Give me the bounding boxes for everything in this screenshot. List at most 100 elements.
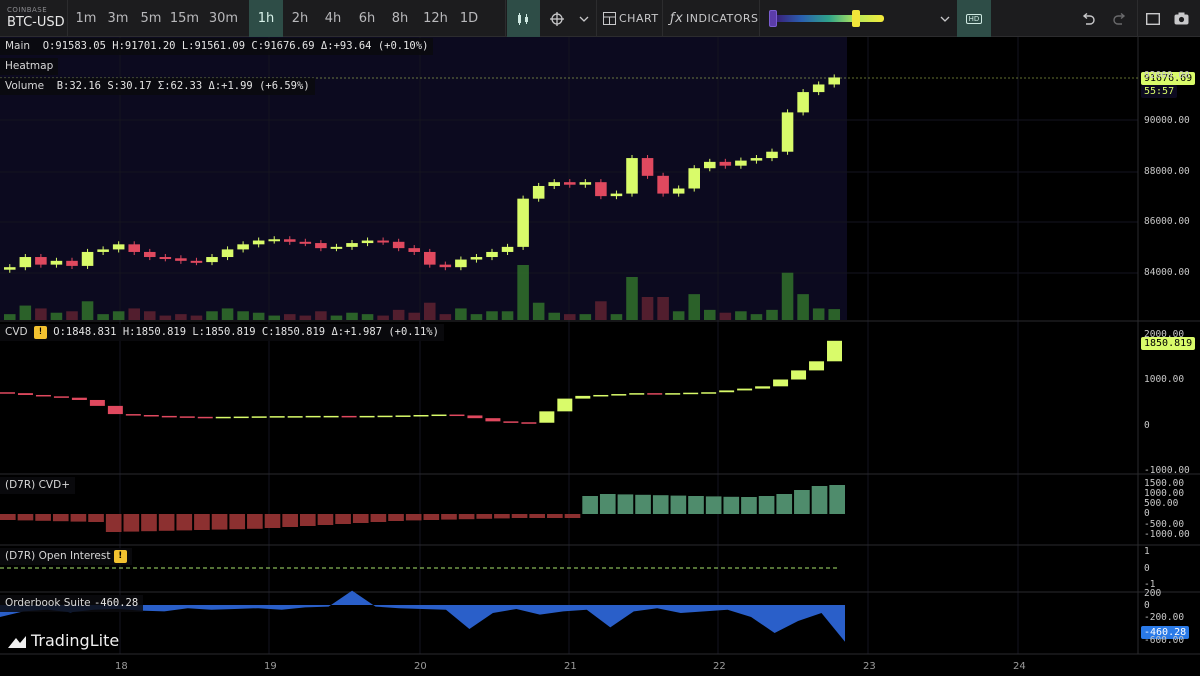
- fx-icon[interactable]: ƒx: [670, 0, 683, 37]
- cvd-bar: [341, 415, 357, 418]
- cvd-bar: [107, 405, 123, 415]
- volume-bar: [299, 315, 312, 320]
- chart-icon[interactable]: [600, 0, 618, 37]
- chart-area[interactable]: Main O:91583.05 H:91701.20 L:91561.09 C:…: [0, 37, 1200, 676]
- candle: [35, 257, 47, 265]
- slider-low-handle[interactable]: [769, 10, 777, 27]
- cvdplus-bar: [282, 514, 298, 527]
- symbol-selector[interactable]: COINBASE BTC-USD: [0, 0, 68, 37]
- cvdplus-bar: [811, 486, 828, 514]
- cvdplus-bar: [70, 514, 87, 522]
- undo-icon[interactable]: [1076, 0, 1100, 37]
- candle: [517, 198, 529, 247]
- fullscreen-icon[interactable]: [1142, 0, 1164, 37]
- timeframe-2h[interactable]: 2h: [284, 0, 316, 37]
- timeframe-1h[interactable]: 1h: [249, 0, 283, 37]
- open-interest-legend[interactable]: (D7R) Open Interest !: [0, 548, 132, 565]
- candle: [377, 240, 389, 243]
- cvd-close: C:1850.819: [261, 326, 326, 338]
- timeframe-30m[interactable]: 30m: [202, 0, 245, 37]
- heatmap-range-slider[interactable]: [774, 15, 884, 22]
- cvd-bar: [35, 394, 51, 397]
- cvdplus-legend[interactable]: (D7R) CVD+: [0, 477, 75, 494]
- hd-toggle[interactable]: HD: [957, 0, 991, 37]
- timeframe-15m[interactable]: 15m: [168, 0, 201, 37]
- candle: [221, 249, 234, 258]
- slider-high-handle[interactable]: [852, 10, 860, 27]
- volume-bar: [392, 309, 405, 320]
- cvdplus-bar: [705, 496, 722, 514]
- main-open: O:91583.05: [42, 40, 106, 52]
- volume-bar: [470, 314, 483, 320]
- volume-bar: [330, 315, 343, 320]
- timeframe-12h[interactable]: 12h: [418, 0, 453, 37]
- chevron-down-icon[interactable]: [936, 0, 954, 37]
- cvdplus-bar: [335, 514, 351, 524]
- volume-legend[interactable]: Volume B:32.16 S:30.17 Σ:62.33 Δ:+1.99 (…: [0, 78, 315, 95]
- candle: [548, 182, 560, 186]
- candle: [128, 244, 140, 252]
- timeframe-8h[interactable]: 8h: [384, 0, 416, 37]
- volume-bar: [221, 308, 234, 320]
- timeframe-1D[interactable]: 1D: [454, 0, 484, 37]
- cvd-bar: [125, 414, 141, 416]
- cvd-legend[interactable]: CVD ! O:1848.831 H:1850.819 L:1850.819 C…: [0, 324, 444, 341]
- volume-bar: [812, 308, 825, 320]
- cvd-bar: [269, 416, 285, 418]
- camera-icon[interactable]: [1170, 0, 1192, 37]
- cvd-delta: Δ:+1.987 (+0.11%): [331, 326, 439, 338]
- volume-bar: [50, 312, 63, 320]
- candle-countdown: 55:57: [1141, 85, 1178, 98]
- cvdplus-bar: [35, 514, 51, 521]
- indicators-button[interactable]: INDICATORS: [686, 0, 759, 37]
- candle: [206, 257, 218, 263]
- redo-icon[interactable]: [1108, 0, 1132, 37]
- candle: [392, 241, 405, 249]
- volume-bar: [750, 314, 763, 320]
- chevron-down-icon[interactable]: [575, 0, 593, 37]
- cvd-bar: [809, 361, 825, 371]
- orderbook-legend[interactable]: Orderbook Suite -460.28: [0, 595, 144, 612]
- timeframe-1m[interactable]: 1m: [70, 0, 102, 37]
- main-legend[interactable]: Main O:91583.05 H:91701.20 L:91561.09 C:…: [0, 38, 434, 55]
- cvdplus-bar: [0, 514, 16, 520]
- chart-canvas[interactable]: [0, 37, 1200, 676]
- volume-bar: [35, 308, 47, 320]
- cvdplus-axis-label: 0: [1144, 508, 1150, 519]
- cvdplus-bar: [547, 514, 563, 518]
- cvd-bar: [827, 340, 842, 362]
- pair-label: BTC-USD: [7, 15, 65, 30]
- volume-bar: [361, 314, 374, 320]
- timeframe-5m[interactable]: 5m: [135, 0, 167, 37]
- cvd-bar: [701, 392, 717, 394]
- timeframe-3m[interactable]: 3m: [102, 0, 134, 37]
- exchange-label: COINBASE: [7, 6, 48, 14]
- cvd-high: H:1850.819: [122, 326, 187, 338]
- cvdplus-bar: [423, 514, 440, 520]
- cvd-bar: [521, 422, 537, 424]
- warning-icon[interactable]: !: [33, 325, 47, 339]
- tradinglite-logo: TradingLite: [8, 631, 119, 650]
- chart-button[interactable]: CHART: [619, 0, 659, 37]
- top-toolbar: COINBASE BTC-USD 1m 3m 5m 15m 30m 1h 2h 4h 6h 8h 1…: [0, 0, 1200, 37]
- crosshair-icon[interactable]: [545, 0, 569, 37]
- cvd-bar: [737, 388, 753, 391]
- cvdplus-bar: [494, 514, 510, 519]
- timeframe-6h[interactable]: 6h: [351, 0, 383, 37]
- volume-bar: [455, 308, 467, 320]
- candles-icon[interactable]: [507, 0, 540, 37]
- date-axis-label: 20: [414, 661, 427, 672]
- volume-bar: [377, 315, 389, 320]
- candle: [812, 84, 825, 93]
- cvd-bar: [467, 415, 483, 419]
- timeframe-4h[interactable]: 4h: [317, 0, 349, 37]
- orderbook-name: Orderbook Suite: [5, 597, 91, 609]
- cvdplus-bar: [264, 514, 281, 528]
- cvd-open: O:1848.831: [53, 326, 117, 338]
- warning-icon[interactable]: !: [113, 549, 127, 563]
- cvdplus-axis-label: -1000.00: [1144, 529, 1190, 540]
- cvdplus-bar: [194, 514, 210, 530]
- candle: [719, 161, 732, 166]
- volume-bar: [315, 311, 327, 320]
- heatmap-legend[interactable]: Heatmap: [0, 58, 59, 75]
